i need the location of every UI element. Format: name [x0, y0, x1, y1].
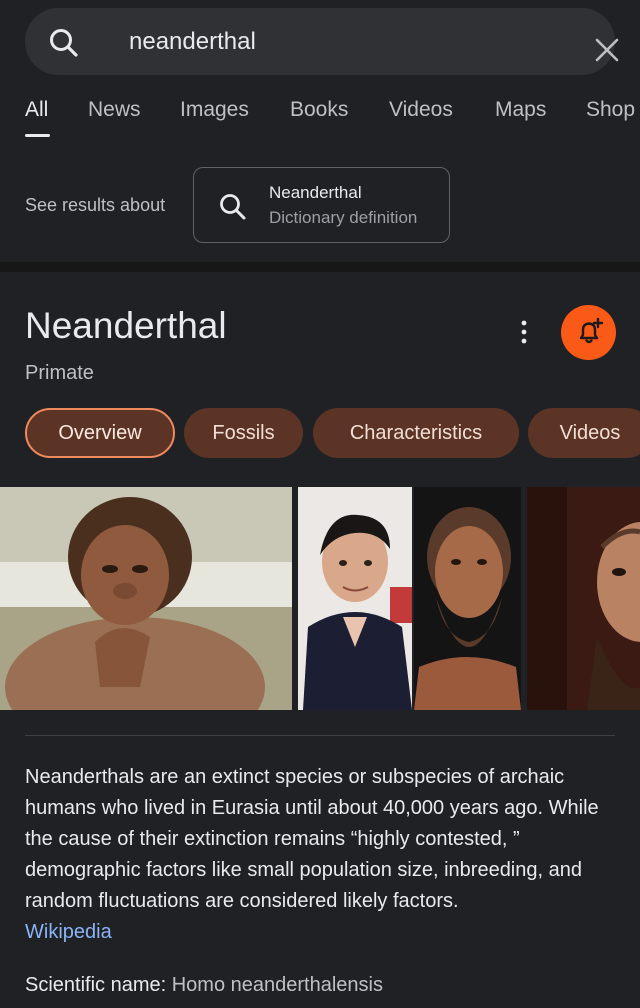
card-subtitle: Dictionary definition: [269, 208, 418, 227]
close-icon[interactable]: [593, 36, 621, 64]
tab-books[interactable]: Books: [290, 98, 348, 122]
scientific-name-row: Scientific name: Homo neanderthalensis: [25, 974, 383, 997]
more-options-icon[interactable]: [516, 318, 532, 346]
active-tab-indicator: [25, 134, 50, 137]
search-bar[interactable]: neanderthal: [25, 8, 619, 75]
knowledge-panel-title: Neanderthal: [25, 305, 227, 346]
actor-portrait-image[interactable]: [298, 487, 412, 710]
follow-button[interactable]: [561, 305, 616, 360]
wikipedia-link[interactable]: Wikipedia: [25, 917, 625, 948]
chip-videos[interactable]: Videos: [528, 408, 640, 458]
content-divider: [25, 735, 615, 736]
see-results-about-label: See results about: [25, 195, 166, 215]
tab-maps[interactable]: Maps: [495, 98, 546, 122]
chip-characteristics[interactable]: Characteristics: [313, 408, 519, 458]
section-separator: [0, 262, 640, 272]
tab-videos[interactable]: Videos: [389, 98, 453, 122]
scientific-name-value[interactable]: Homo neanderthalensis: [172, 974, 383, 996]
description-block: Neanderthals are an extinct species or s…: [25, 762, 625, 948]
search-icon[interactable]: [47, 26, 81, 60]
tab-all[interactable]: All: [25, 98, 48, 122]
tab-images[interactable]: Images: [180, 98, 249, 122]
image-carousel: [0, 487, 640, 710]
search-icon: [220, 194, 246, 220]
search-input[interactable]: neanderthal: [129, 8, 256, 75]
tab-news[interactable]: News: [88, 98, 141, 122]
scientific-name-label: Scientific name:: [25, 974, 172, 996]
knowledge-panel-subtitle: Primate: [25, 362, 94, 384]
neanderthal-bust-image[interactable]: [414, 487, 521, 710]
dictionary-result-card[interactable]: Neanderthal Dictionary definition: [193, 167, 450, 243]
neanderthal-model-image[interactable]: [527, 487, 640, 710]
description-text: Neanderthals are an extinct species or s…: [25, 766, 599, 912]
tab-shopping[interactable]: Shop: [586, 98, 635, 122]
bell-plus-icon: [579, 317, 604, 344]
chip-fossils[interactable]: Fossils: [184, 408, 303, 458]
neanderthal-reconstruction-image[interactable]: [0, 487, 292, 710]
card-title: Neanderthal: [269, 183, 362, 202]
search-tabs: All News Images Books Videos Maps Shop: [0, 98, 640, 138]
chip-overview[interactable]: Overview: [25, 408, 175, 458]
